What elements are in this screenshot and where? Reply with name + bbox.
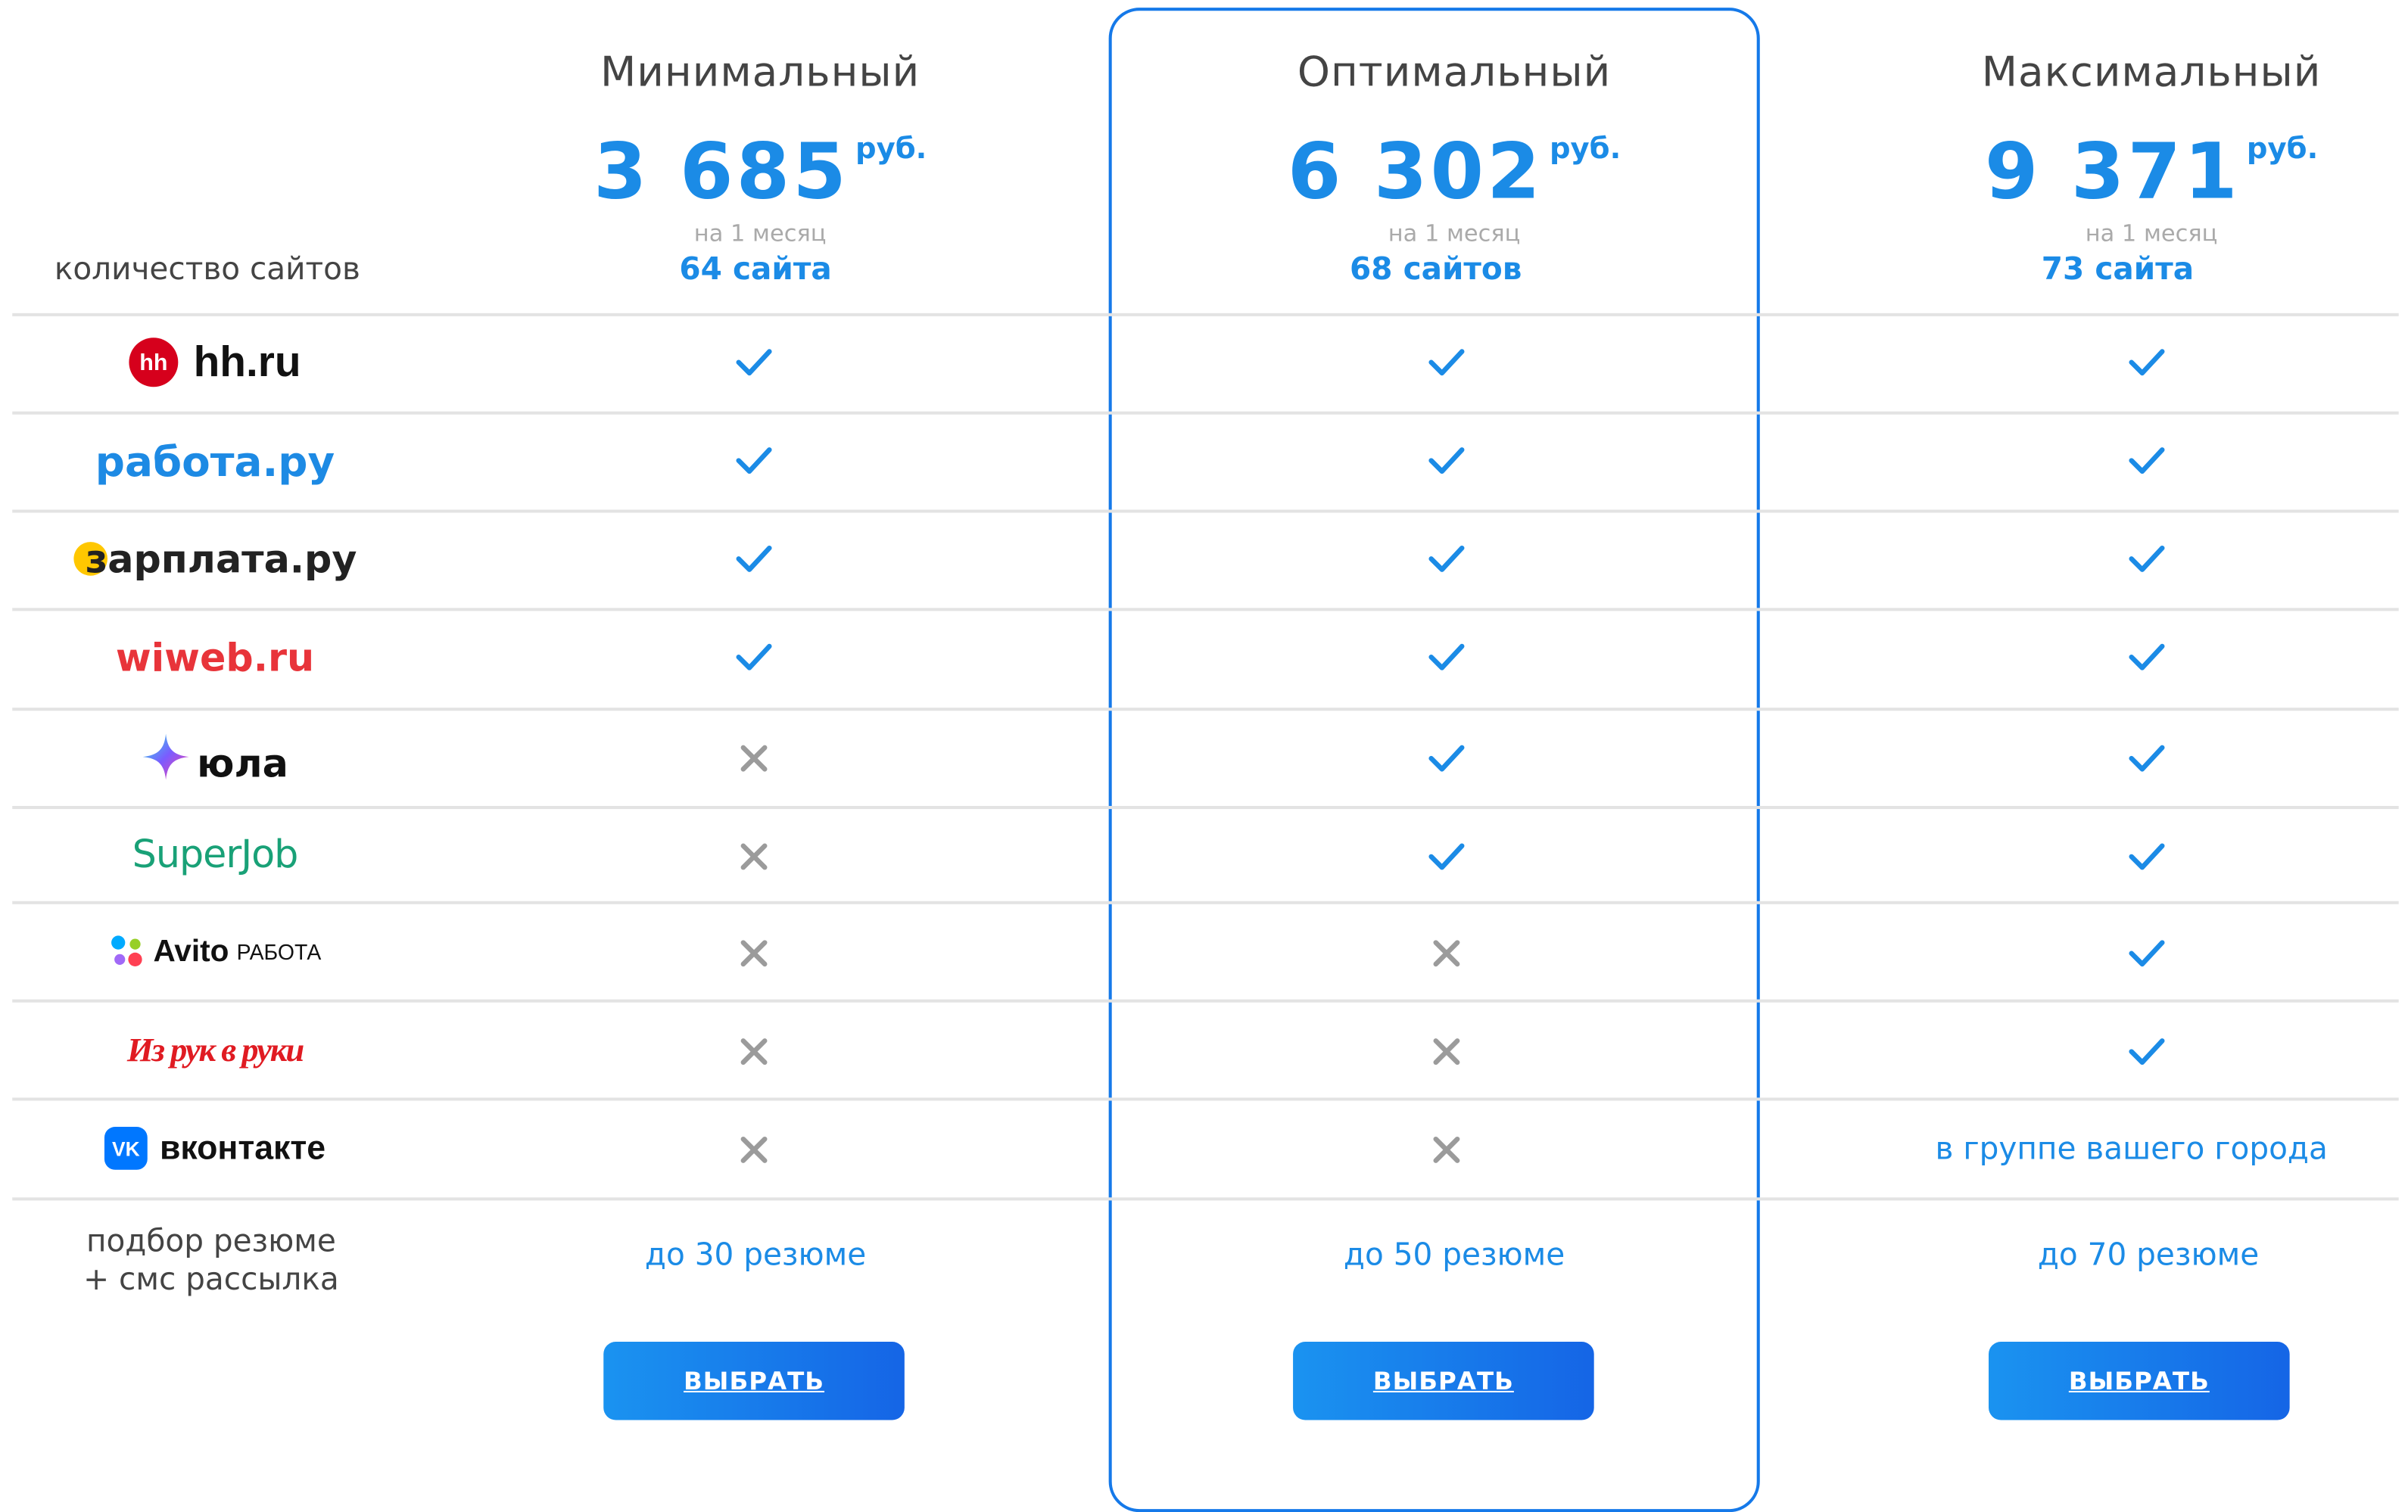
price-currency: руб. (2246, 132, 2319, 166)
logo-suffix: РАБОТА (236, 939, 322, 964)
avito-dots-icon (111, 935, 142, 967)
check-icon (693, 430, 815, 491)
site-logo-rabota-ru: работа.ру (31, 424, 400, 500)
price-value: 3 685 (593, 127, 849, 217)
check-icon (1385, 728, 1508, 789)
price-value: 9 371 (1984, 127, 2241, 217)
site-count-minimal: 64 сайта (679, 250, 832, 288)
site-logo-youla: юла (31, 718, 400, 795)
check-icon (2086, 430, 2208, 491)
price-value: 6 302 (1287, 127, 1544, 217)
resume-count-maximal: до 70 резюме (2037, 1236, 2260, 1273)
row-divider (12, 806, 2399, 810)
plan-name: Оптимальный (1297, 48, 1612, 97)
logo-text: hh.ru (193, 338, 301, 386)
plan-price: 6 302 руб. (1224, 103, 1685, 236)
check-icon (2086, 1021, 2208, 1082)
cross-icon (693, 1119, 815, 1181)
check-icon (1385, 430, 1508, 491)
row-divider (12, 608, 2399, 611)
logo-text: работа.ру (95, 438, 335, 487)
cross-icon (1385, 922, 1508, 984)
row-divider (12, 411, 2399, 415)
resume-count-minimal: до 30 резюме (644, 1236, 867, 1273)
cross-icon (693, 728, 815, 789)
logo-text: Из рук в руки (126, 1030, 304, 1069)
check-icon (693, 331, 815, 393)
site-logo-iz-ruk-v-ruki: Из рук в руки (31, 1012, 400, 1088)
check-icon (1385, 528, 1508, 590)
check-icon (2086, 331, 2208, 393)
site-logo-superjob: SuperJob (31, 815, 400, 891)
hh-logo-icon: hh (129, 338, 179, 387)
site-logo-zarplata-ru: зарплата.ру (31, 521, 400, 597)
row-divider (12, 509, 2399, 513)
select-minimal-button[interactable]: ВЫБРАТЬ (603, 1341, 905, 1420)
logo-text: Avito (153, 934, 229, 969)
youla-star-icon (143, 733, 190, 780)
cross-icon (693, 1021, 815, 1082)
check-icon (1385, 627, 1508, 688)
row-divider (12, 708, 2399, 711)
row-divider (12, 313, 2399, 316)
check-icon (1385, 826, 1508, 887)
plan-price: 3 685 руб. (530, 103, 991, 236)
plan-name: Максимальный (1981, 48, 2322, 97)
resume-label-line1: подбор резюме (86, 1221, 336, 1259)
row-divider (12, 901, 2399, 904)
row-divider (12, 1197, 2399, 1201)
check-icon (2086, 922, 2208, 984)
select-optimal-button[interactable]: ВЫБРАТЬ (1293, 1341, 1594, 1420)
availability-note-maximal: в группе вашего города (1935, 1130, 2328, 1167)
site-count-label: количество сайтов (54, 250, 360, 288)
plan-price: 9 371 руб. (1921, 103, 2382, 236)
price-currency: руб. (1549, 132, 1621, 166)
check-icon (693, 528, 815, 590)
logo-text: SuperJob (132, 831, 299, 876)
resume-label: подбор резюме + смс рассылка (15, 1222, 407, 1299)
site-logo-wiweb-ru: wiweb.ru (31, 619, 400, 695)
logo-text: юла (197, 740, 288, 786)
vk-logo-icon: VK (104, 1126, 148, 1170)
check-icon (2086, 728, 2208, 789)
logo-text: wiweb.ru (115, 634, 315, 680)
logo-text: вконтакте (159, 1128, 326, 1167)
site-logo-vkontakte: VK вконтакте (31, 1110, 400, 1187)
plan-name: Минимальный (600, 48, 921, 97)
check-icon (2086, 826, 2208, 887)
plan-header-minimal: Минимальный 3 685 руб. на 1 месяц (530, 46, 991, 249)
check-icon (2086, 528, 2208, 590)
resume-count-optimal: до 50 резюме (1343, 1236, 1565, 1273)
row-divider (12, 999, 2399, 1003)
site-count-optimal: 68 сайтов (1349, 250, 1522, 288)
row-divider (12, 1097, 2399, 1101)
price-currency: руб. (855, 132, 927, 166)
check-icon (1385, 331, 1508, 393)
resume-label-line2: + смс рассылка (83, 1260, 339, 1298)
pricing-table: Минимальный 3 685 руб. на 1 месяц Оптимал… (0, 0, 2408, 1512)
plan-header-optimal: Оптимальный 6 302 руб. на 1 месяц (1224, 46, 1685, 249)
site-logo-hh: hh hh.ru (31, 324, 400, 400)
site-count-maximal: 73 сайта (2041, 250, 2195, 288)
cross-icon (1385, 1119, 1508, 1181)
select-maximal-button[interactable]: ВЫБРАТЬ (1989, 1341, 2290, 1420)
site-logo-avito: Avito РАБОТА (31, 913, 400, 990)
cross-icon (1385, 1021, 1508, 1082)
logo-text: зарплата.ру (85, 536, 357, 581)
check-icon (693, 627, 815, 688)
cross-icon (693, 922, 815, 984)
cross-icon (693, 826, 815, 887)
check-icon (2086, 627, 2208, 688)
plan-header-maximal: Максимальный 9 371 руб. на 1 месяц (1921, 46, 2382, 249)
